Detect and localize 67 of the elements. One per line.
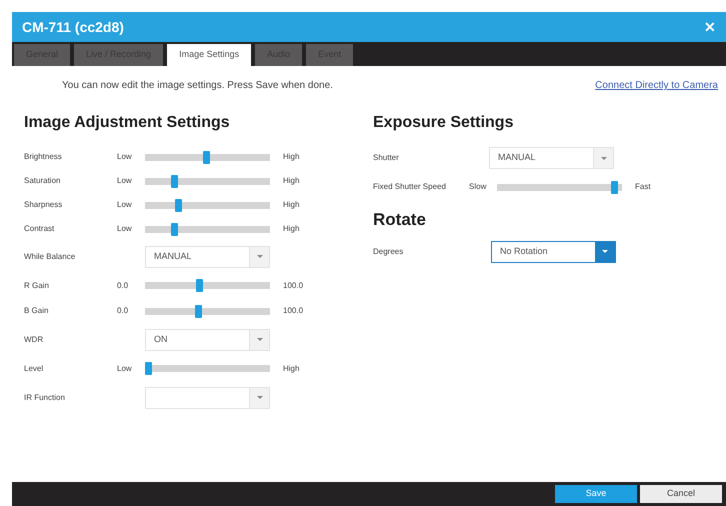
max-label: High <box>283 199 300 211</box>
min-label: Low <box>117 223 133 235</box>
slider-thumb[interactable] <box>196 279 203 292</box>
min-label: Low <box>117 175 133 187</box>
max-label: Fast <box>635 181 651 193</box>
select-field[interactable]: MANUAL <box>145 246 270 268</box>
field-label: Saturation <box>24 175 62 187</box>
section-heading: Rotate <box>373 209 427 231</box>
min-label: Low <box>117 362 133 374</box>
select-field[interactable]: ON <box>145 328 270 350</box>
slider[interactable] <box>145 362 270 375</box>
field-label: IR Function <box>24 392 66 404</box>
select-value: ON <box>153 332 168 346</box>
caret-icon <box>256 396 262 399</box>
slider-thumb[interactable] <box>145 362 152 375</box>
connect-link[interactable]: Connect Directly to Camera <box>595 78 718 93</box>
caret-icon <box>256 338 262 341</box>
max-label: High <box>283 175 300 187</box>
field-label: Shutter <box>373 152 400 164</box>
field-label: Contrast <box>24 223 56 235</box>
slider[interactable] <box>497 180 622 194</box>
slider[interactable] <box>145 198 270 212</box>
field-label: Sharpness <box>24 199 64 211</box>
field-label: R Gain <box>24 280 50 292</box>
cancel-button[interactable]: Cancel <box>640 485 722 503</box>
field-label: While Balance <box>24 250 76 262</box>
select-field[interactable]: MANUAL <box>489 147 614 169</box>
min-label: Low <box>117 151 133 163</box>
field-label: WDR <box>24 334 44 346</box>
min-label: 0.0 <box>117 280 130 292</box>
slider-thumb[interactable] <box>174 198 182 212</box>
slider-thumb[interactable] <box>170 174 178 188</box>
max-label: High <box>283 151 300 163</box>
slider[interactable] <box>145 222 270 236</box>
section-heading: Image Adjustment Settings <box>24 113 231 133</box>
select-value: MANUAL <box>153 250 193 263</box>
max-label: 100.0 <box>283 305 304 317</box>
min-label: Slow <box>469 181 488 193</box>
slider[interactable] <box>145 279 270 292</box>
select-value: MANUAL <box>497 151 537 164</box>
slider-thumb[interactable] <box>611 180 618 194</box>
max-label: High <box>283 223 300 235</box>
field-label: Level <box>24 362 44 374</box>
slider-thumb[interactable] <box>202 150 210 164</box>
slider[interactable] <box>145 150 270 164</box>
max-label: 100.0 <box>283 280 304 292</box>
slider-thumb[interactable] <box>194 304 202 318</box>
section-heading: Exposure Settings <box>373 113 514 133</box>
notice-text: You can now edit the image settings. Press Save when done. <box>62 79 333 93</box>
slider[interactable] <box>145 174 270 188</box>
slider[interactable] <box>145 304 270 318</box>
window-title: CM-711 (cc2d8) <box>22 18 124 37</box>
max-label: High <box>283 362 300 374</box>
field-label: B Gain <box>24 305 50 317</box>
caret-icon <box>256 255 262 258</box>
field-label: Degrees <box>373 246 404 258</box>
field-label: Fixed Shutter Speed <box>373 181 447 193</box>
slider-thumb[interactable] <box>170 222 178 236</box>
select-field[interactable] <box>145 386 270 408</box>
select-value: No Rotation <box>499 244 549 258</box>
tab[interactable]: Image Settings <box>167 44 252 66</box>
min-label: Low <box>117 199 133 211</box>
select-field[interactable]: No Rotation <box>491 240 616 262</box>
field-label: Brightness <box>24 151 63 163</box>
caret-icon <box>600 156 606 160</box>
caret-icon <box>602 250 608 253</box>
min-label: 0.0 <box>117 305 130 317</box>
